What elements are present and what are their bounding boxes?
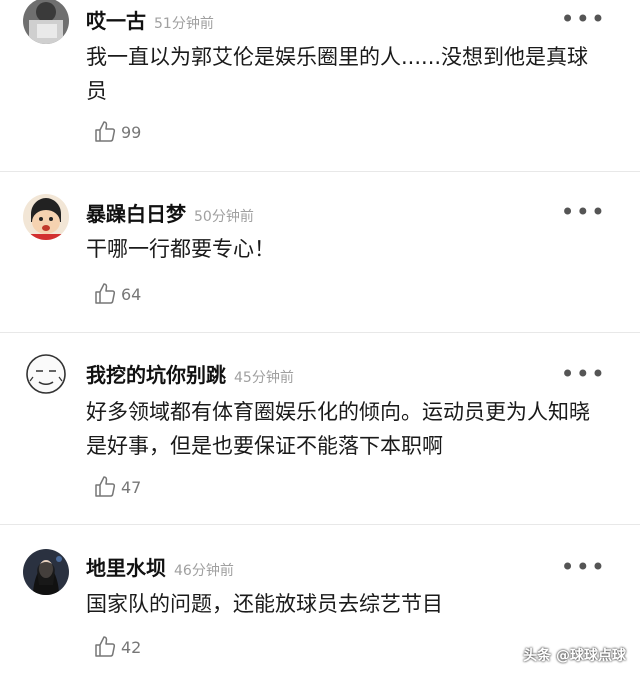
- avatar[interactable]: [23, 351, 69, 397]
- like-count: 99: [121, 122, 142, 142]
- avatar-image: [23, 549, 69, 595]
- like-count: 47: [121, 477, 142, 497]
- more-options-button[interactable]: •••: [561, 362, 606, 386]
- like-count: 64: [121, 284, 142, 304]
- username[interactable]: 暴躁白日梦 50分钟前: [86, 198, 254, 227]
- more-options-button[interactable]: •••: [561, 200, 606, 224]
- like-button[interactable]: 99: [93, 120, 141, 144]
- thumbs-up-icon: [95, 636, 116, 657]
- comment-text: 干哪一行都要专心！: [86, 237, 275, 261]
- like-button[interactable]: 42: [93, 635, 141, 659]
- thumbs-up-icon: [95, 476, 116, 497]
- username[interactable]: 地里水坝 46分钟前: [86, 552, 234, 581]
- like-button[interactable]: 64: [93, 282, 141, 306]
- comment-text: 国家队的问题，还能放球员去综艺节目: [86, 592, 443, 616]
- watermark: 头条 @球球点球: [523, 648, 626, 664]
- thumbs-up-icon: [95, 121, 116, 142]
- comment-item: 暴躁白日梦 50分钟前 ••• 干哪一行都要专心！ 64: [0, 172, 640, 332]
- username[interactable]: 我挖的坑你别跳 45分钟前: [86, 359, 294, 388]
- avatar-image: [23, 194, 69, 240]
- like-button[interactable]: 47: [93, 475, 141, 499]
- avatar-image: [23, 0, 69, 44]
- username[interactable]: 哎一古 51分钟前: [86, 5, 214, 34]
- avatar[interactable]: [23, 0, 69, 44]
- comment-text: 好多领域都有体育圈娱乐化的倾向。运动员更为人知晓是好事，但是也要保证不能落下本职…: [86, 400, 590, 458]
- comment-text: 我一直以为郭艾伦是娱乐圈里的人......没想到他是真球员: [86, 45, 589, 103]
- timestamp: 50分钟前: [194, 209, 254, 225]
- timestamp: 45分钟前: [234, 370, 294, 386]
- more-options-button[interactable]: •••: [561, 7, 606, 31]
- avatar[interactable]: [23, 549, 69, 595]
- timestamp: 46分钟前: [174, 563, 234, 579]
- comment-item: 我挖的坑你别跳 45分钟前 ••• 好多领域都有体育圈娱乐化的倾向。运动员更为人知…: [0, 333, 640, 523]
- avatar[interactable]: [23, 194, 69, 240]
- like-count: 42: [121, 637, 142, 657]
- timestamp: 51分钟前: [154, 16, 214, 32]
- thumbs-up-icon: [95, 283, 116, 304]
- more-options-button[interactable]: •••: [561, 555, 606, 579]
- avatar-image: [23, 351, 69, 397]
- comment-item: 哎一古 51分钟前 ••• 我一直以为郭艾伦是娱乐圈里的人......没想到他是真…: [0, 0, 640, 170]
